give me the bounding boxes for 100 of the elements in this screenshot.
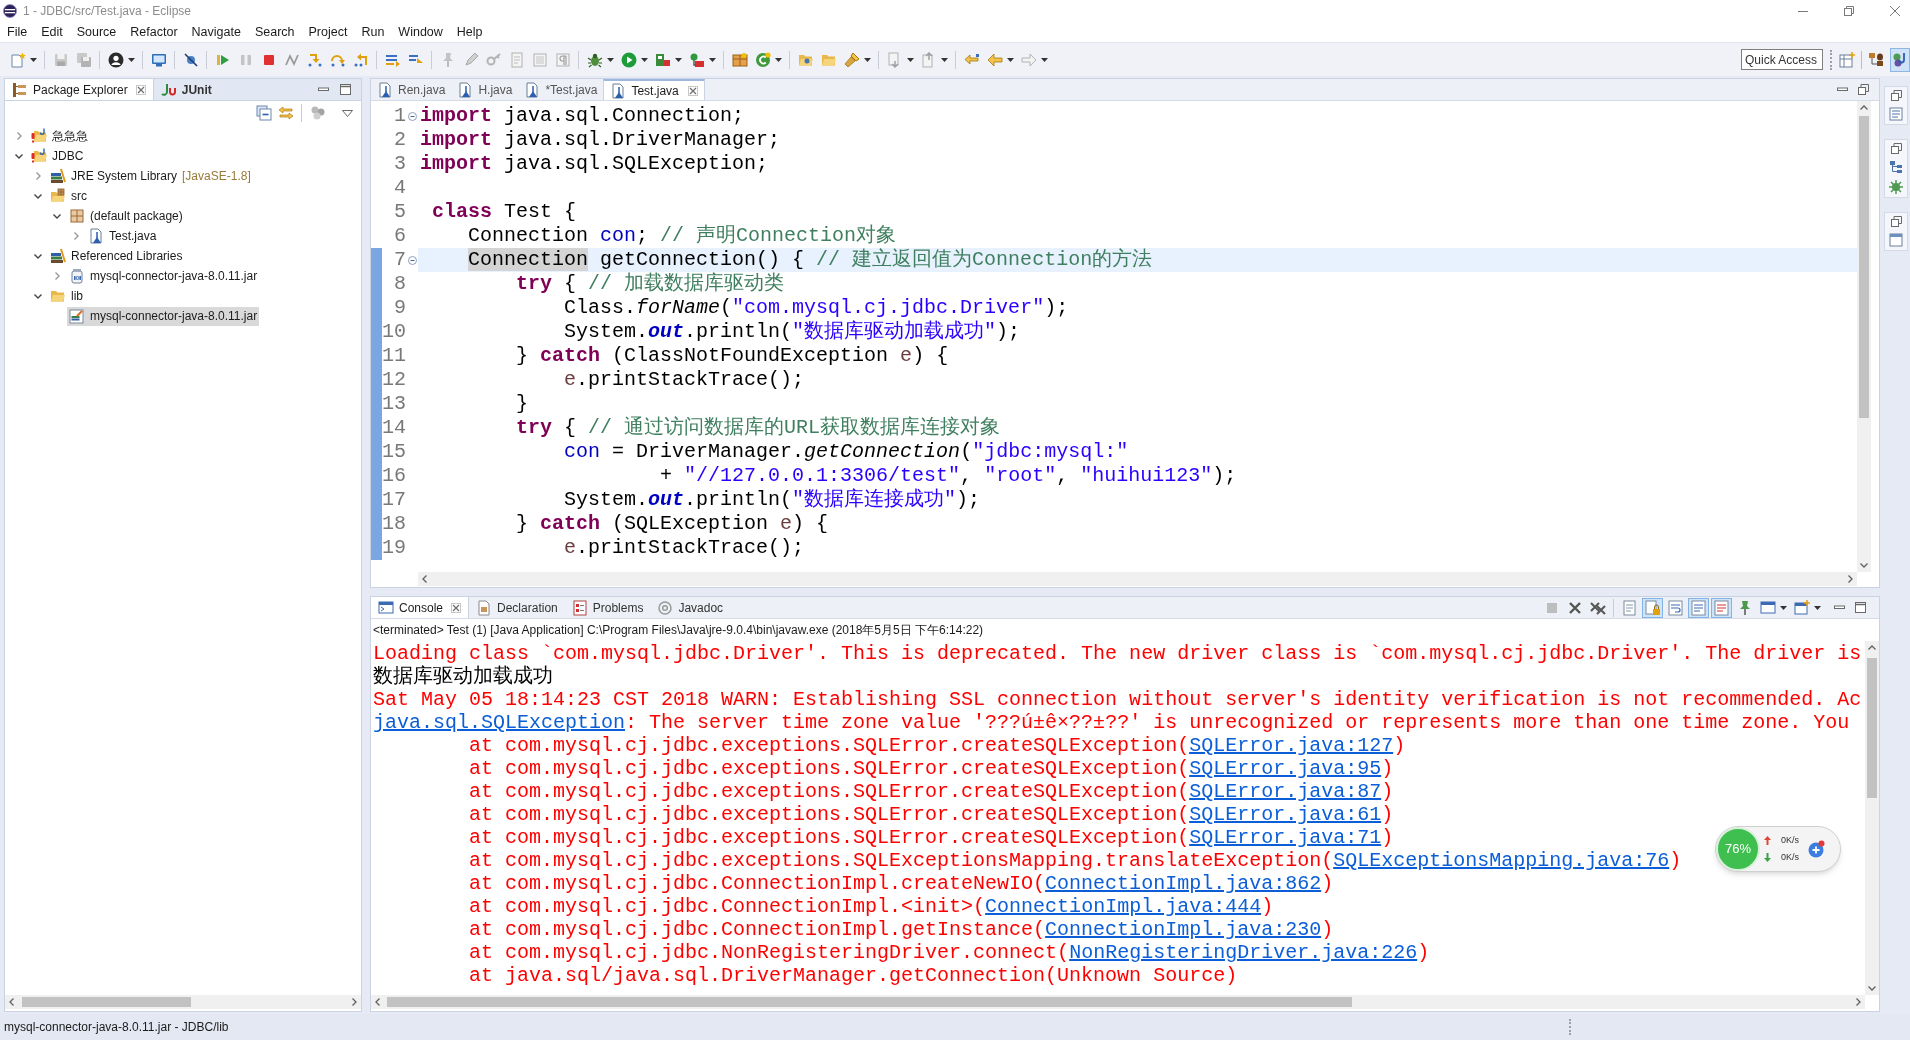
caret-icon[interactable] [907,57,914,62]
caret-icon[interactable] [1780,605,1787,610]
window-plus-icon[interactable] [1793,599,1810,616]
panel-tab[interactable]: Package Explorer [5,79,154,100]
menu-item[interactable]: Edit [41,22,63,42]
scrollbar-thumb[interactable] [1859,116,1869,418]
tree-item[interactable]: src [48,186,89,206]
menu-item[interactable]: Refactor [130,22,178,42]
source-link[interactable]: java.sql.SQLException [373,711,626,734]
caret-icon[interactable] [128,57,135,62]
menu-item[interactable]: Help [456,22,483,42]
panel-tab[interactable]: Console [371,597,470,618]
gear-icon[interactable] [1889,180,1903,194]
menu-item[interactable]: Search [254,22,295,42]
chevron-down-icon[interactable] [33,291,43,301]
tree-item[interactable]: mysql-connector-java-8.0.11.jar [67,306,260,326]
blocks-icon[interactable] [654,51,671,68]
restore-icon[interactable] [1890,216,1902,227]
caret-icon[interactable] [1814,605,1821,610]
source-link[interactable]: SQLError.java:87 [1189,780,1382,803]
collapse-icon[interactable] [407,255,417,265]
menu-item[interactable]: Project [308,22,348,42]
editor-tab[interactable]: Test.java [603,79,705,100]
menu-item[interactable]: Run [361,22,385,42]
toggle-button[interactable] [1665,597,1686,618]
editor-tab[interactable]: Ren.java [371,79,452,100]
maximize-icon[interactable] [1855,602,1866,613]
horizontal-scrollbar[interactable] [5,995,361,1009]
caret-icon[interactable] [607,57,614,62]
vertical-scrollbar[interactable] [1857,101,1871,572]
tree-item[interactable]: (default package) [67,206,185,226]
caret-icon[interactable] [1041,57,1048,62]
toggle-button[interactable] [1688,597,1709,618]
link-arrows-icon[interactable] [278,105,294,121]
source-link[interactable]: ConnectionImpl.java:230 [1045,918,1322,941]
chevron-down-icon[interactable] [33,191,43,201]
scrollbar-thumb[interactable] [22,997,191,1007]
circle-box-icon[interactable] [688,51,705,68]
window-icon[interactable] [1889,233,1903,247]
tree-item[interactable]: JDBC [29,146,86,166]
open-perspective-icon[interactable] [1839,51,1855,68]
chevron-right-icon[interactable] [14,131,24,141]
close-icon[interactable] [687,85,698,96]
scrollbar-thumb[interactable] [387,997,1352,1007]
tree-item[interactable]: JRE System Library [JavaSE-1.8] [48,166,253,186]
restore-icon[interactable] [1890,143,1902,154]
collapse-icon[interactable] [407,111,417,121]
circles-icon[interactable] [310,105,326,121]
panel-tab[interactable]: JUnit [153,79,219,100]
caret-icon[interactable] [641,57,648,62]
vertical-scrollbar[interactable] [1865,641,1879,995]
chevron-down-icon[interactable] [14,151,24,161]
tree-item[interactable]: Test.java [86,226,159,246]
caret-icon[interactable] [864,57,871,62]
window-icon[interactable] [1759,599,1776,616]
source-link[interactable]: SQLError.java:71 [1189,826,1382,849]
menu-item[interactable]: File [7,22,28,42]
chevron-down-icon[interactable] [33,251,43,261]
menu-item[interactable]: Navigate [191,22,241,42]
panel-tab[interactable]: Declaration [469,597,565,618]
source-link[interactable]: ConnectionImpl.java:862 [1045,872,1322,895]
double-x-icon[interactable] [1589,599,1606,616]
caret-icon[interactable] [775,57,782,62]
tree-item[interactable]: mysql-connector-java-8.0.11.jar [67,266,260,286]
close-icon[interactable] [1890,6,1900,16]
play-circle-icon[interactable] [620,51,637,68]
caret-icon[interactable] [675,57,682,62]
plus-badge-icon[interactable] [1807,840,1825,858]
user-icon[interactable] [107,51,124,68]
close-icon[interactable] [135,84,146,95]
caret-icon[interactable] [1007,57,1014,62]
close-icon[interactable] [451,602,462,613]
slashed-dot-icon[interactable] [182,51,199,68]
perspective-button[interactable] [1890,47,1910,72]
editor-tab[interactable]: H.java [451,79,519,100]
tree-item[interactable]: 急急急 [29,126,90,146]
step-into-icon[interactable] [306,51,323,68]
source-link[interactable]: SQLError.java:61 [1189,803,1382,826]
source-link[interactable]: SQLError.java:95 [1189,757,1382,780]
chevron-down-icon[interactable] [52,211,62,221]
toggle-button[interactable] [1711,597,1732,618]
quick-access-field[interactable]: Quick Access [1741,49,1823,70]
hierarchy-icon[interactable] [1889,160,1903,174]
monitor-icon[interactable] [150,51,167,68]
toggle-button[interactable] [1642,597,1663,618]
x-icon[interactable] [1566,599,1583,616]
editor-tab[interactable]: *Test.java [518,79,604,100]
tree-item[interactable]: Referenced Libraries [48,246,185,266]
scrollbar-thumb[interactable] [1867,658,1877,798]
chevron-right-icon[interactable] [52,271,62,281]
step-return-icon[interactable] [352,51,369,68]
restore-icon[interactable] [1890,90,1902,101]
source-link[interactable]: SQLError.java:127 [1189,734,1394,757]
source-link[interactable]: NonRegisteringDriver.java:226 [1069,941,1418,964]
caret-icon[interactable] [30,57,37,62]
collapse-all-icon[interactable] [256,105,272,121]
chevron-right-icon[interactable] [71,231,81,241]
source-link[interactable]: ConnectionImpl.java:444 [985,895,1262,918]
chevron-right-icon[interactable] [33,171,43,181]
caret-icon[interactable] [941,57,948,62]
